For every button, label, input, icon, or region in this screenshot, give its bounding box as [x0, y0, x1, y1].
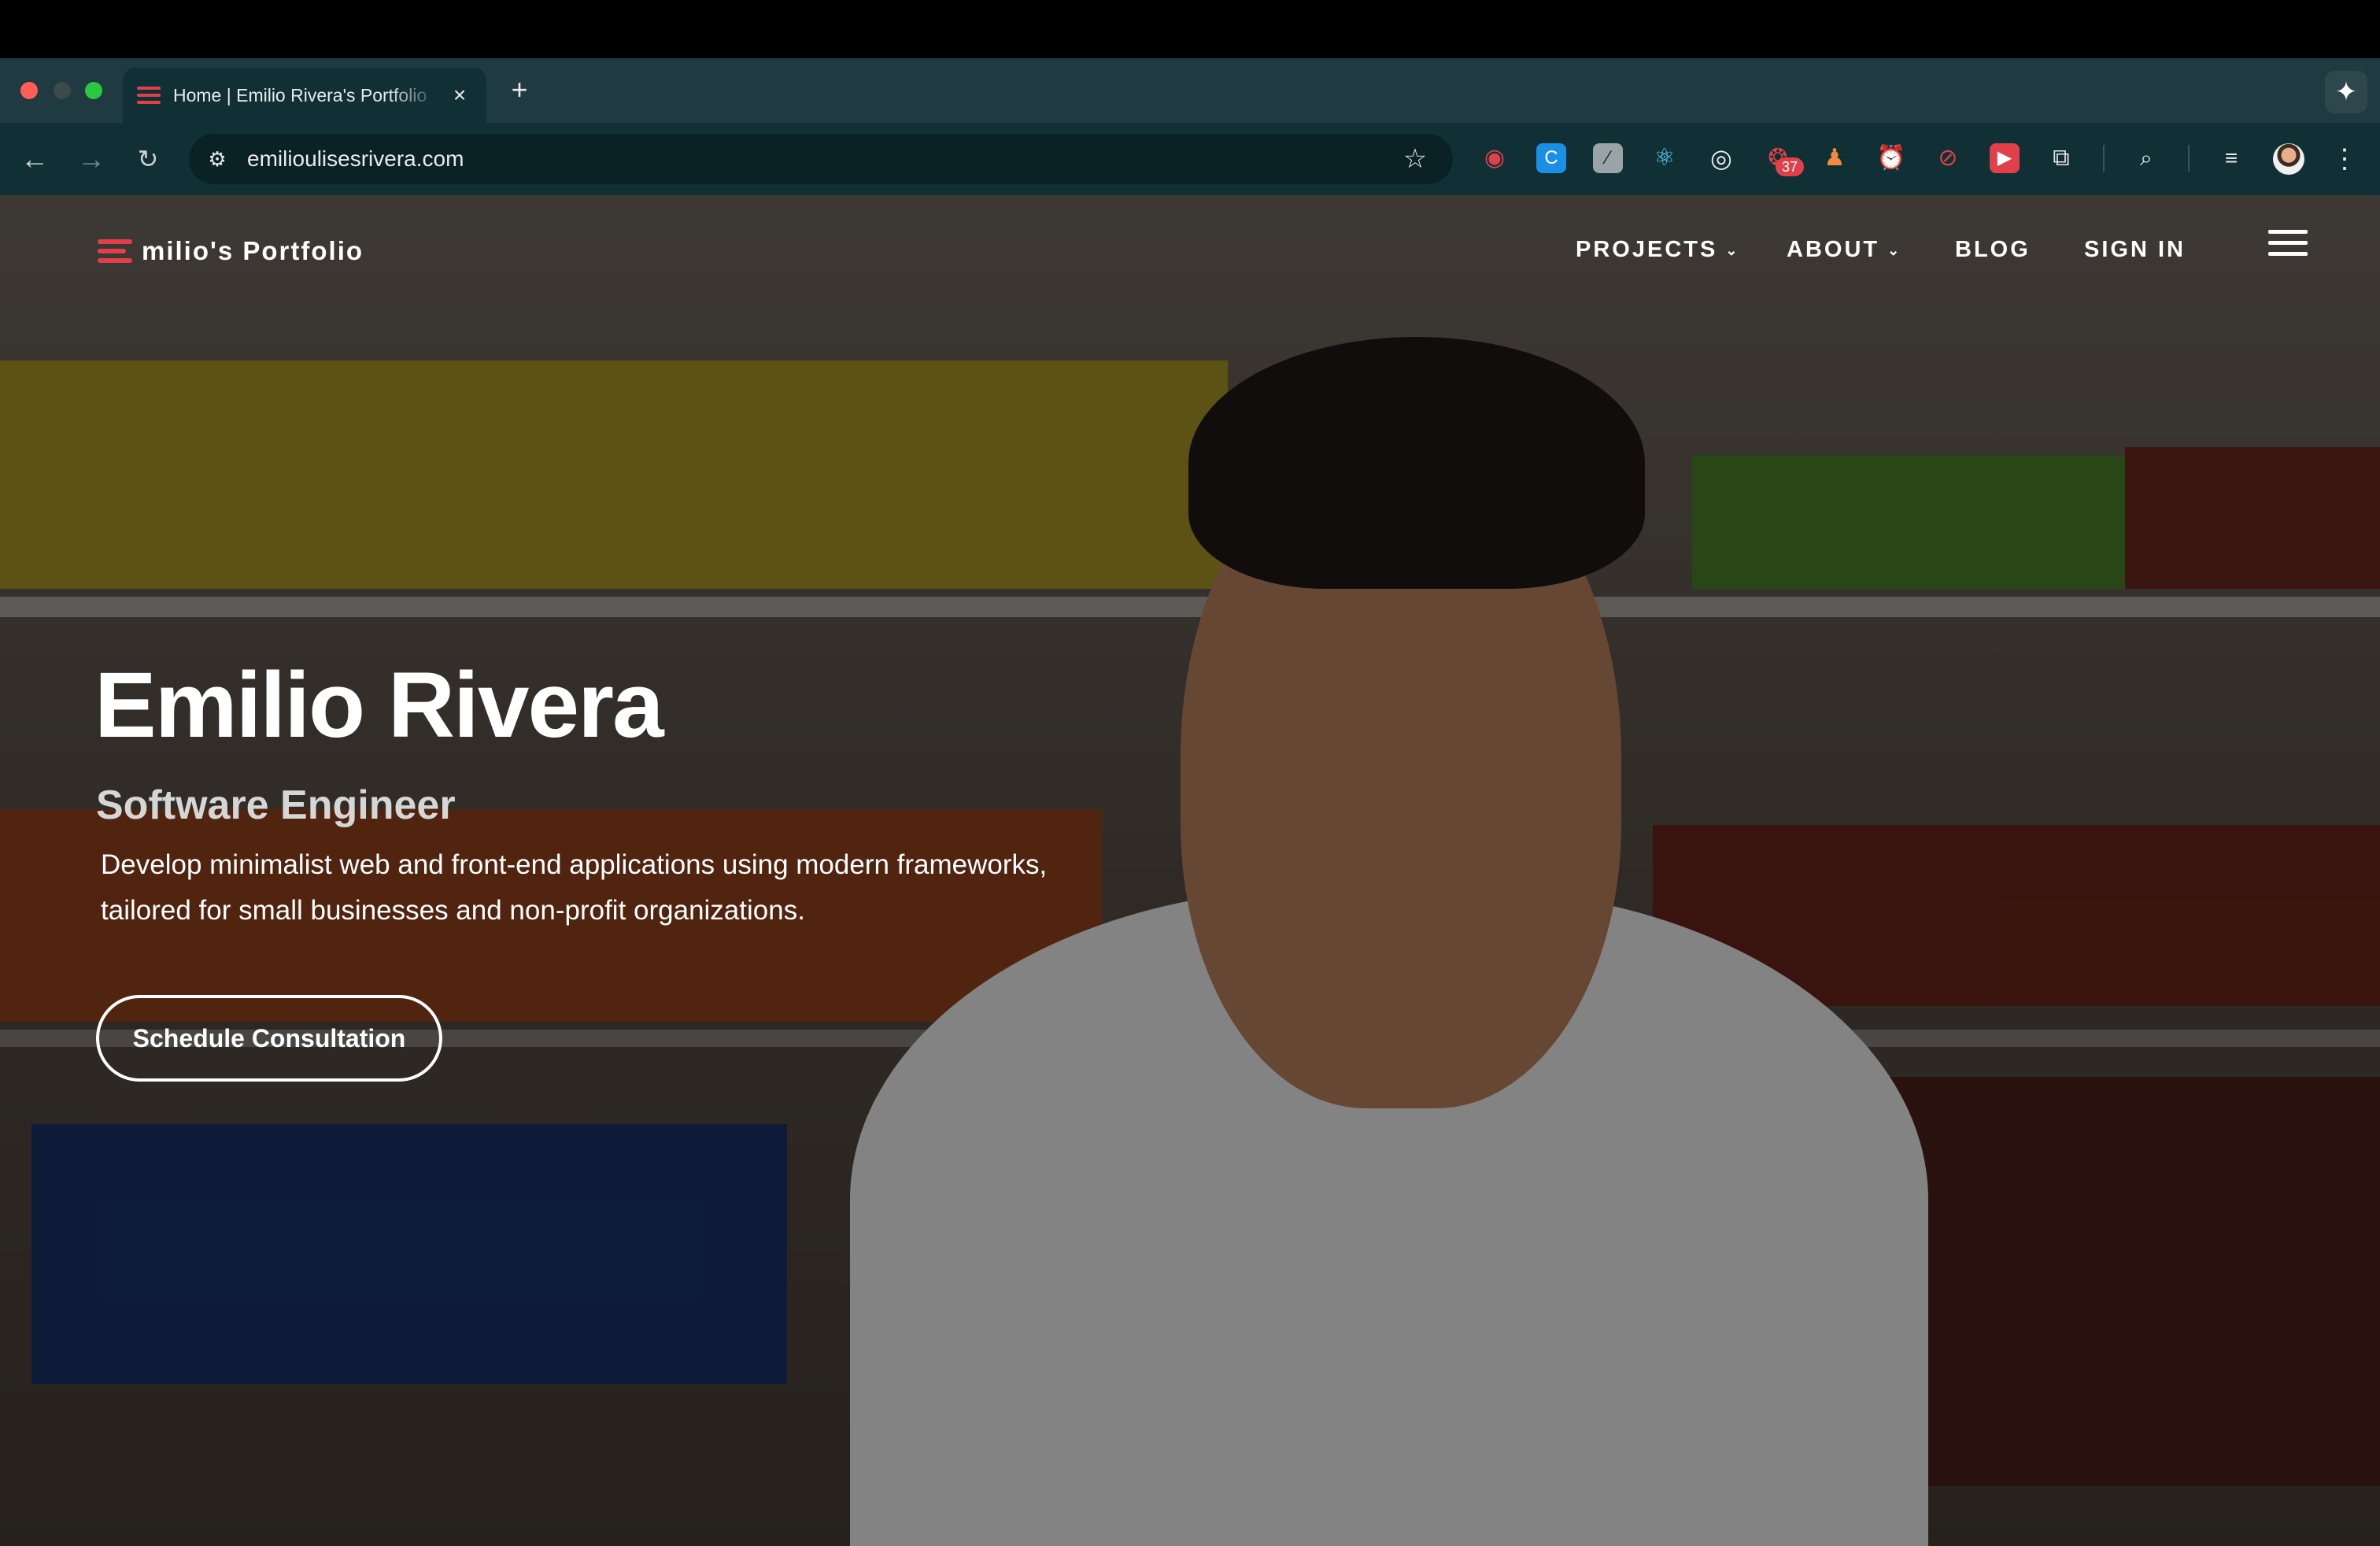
window-close-button[interactable] [20, 82, 38, 99]
nav-projects[interactable]: PROJECTS ⌄ [1576, 230, 1737, 269]
new-tab-button[interactable]: + [504, 72, 535, 107]
tab-search-icon[interactable]: ⌕ [2131, 143, 2161, 173]
nav-sign-in[interactable]: SIGN IN [2084, 230, 2186, 269]
hero-description: Develop minimalist web and front-end app… [101, 849, 1048, 926]
grammar-extension-icon[interactable]: C [1536, 143, 1566, 173]
extensions-puzzle-icon[interactable]: ⧉ [2046, 143, 2076, 173]
toolbar-divider [2103, 145, 2105, 172]
block-extension-icon[interactable]: ⊘ [1933, 143, 1963, 173]
tab-close-button[interactable]: × [445, 82, 474, 109]
site-info-icon[interactable]: ⚙ [201, 143, 233, 175]
hero-subtitle: Software Engineer [96, 782, 456, 828]
nav-blog[interactable]: BLOG [1955, 230, 2031, 269]
hamburger-menu-icon[interactable] [2268, 230, 2308, 264]
tab-title: Home | Emilio Rivera's Portfolio [173, 85, 427, 105]
browser-tab-active[interactable]: Home | Emilio Rivera's Portfolio × [123, 68, 486, 123]
address-bar[interactable]: ⚙ emilioulisesrivera.com ☆ [189, 134, 1453, 184]
hero-title: Emilio Rivera [94, 653, 664, 757]
system-menubar [0, 0, 2380, 58]
nav-about[interactable]: ABOUT ⌄ [1787, 230, 1899, 269]
forward-icon[interactable]: → [74, 142, 109, 176]
nav-about-label: ABOUT [1787, 237, 1880, 262]
more-menu-icon[interactable]: ⋮ [2331, 142, 2358, 176]
url-text[interactable]: emilioulisesrivera.com [247, 145, 464, 173]
profile-avatar-icon[interactable] [2273, 143, 2304, 175]
gemini-icon[interactable]: ✦ [2325, 71, 2367, 113]
bookmark-star-icon[interactable]: ☆ [1399, 143, 1431, 175]
window-minimize-button[interactable] [54, 82, 71, 99]
chevron-down-icon: ⌄ [1887, 242, 1900, 259]
react-devtools-icon[interactable]: ⚛ [1650, 143, 1680, 173]
video-extension-icon[interactable]: ▶ [1990, 143, 2020, 173]
schedule-consultation-button[interactable]: Schedule Consultation [96, 995, 442, 1082]
toolbar-divider [2188, 145, 2190, 172]
notes-extension-icon[interactable]: ⁄ [1593, 143, 1623, 173]
back-icon[interactable]: ← [17, 142, 52, 176]
alarm-extension-icon[interactable]: ⏰ [1876, 143, 1906, 173]
brand-text: milio's Portfolio [142, 236, 364, 265]
site-favicon-icon [137, 87, 161, 104]
reload-icon[interactable]: ↻ [131, 142, 165, 176]
extension-badge: 37 [1776, 157, 1804, 176]
brand-logo-icon [98, 239, 135, 263]
reading-list-icon[interactable]: ≡ [2216, 143, 2246, 173]
chevron-down-icon: ⌄ [1725, 242, 1738, 259]
pawn-extension-icon[interactable]: ♟ [1820, 143, 1850, 173]
hero-section: milio's Portfolio PROJECTS ⌄ ABOUT ⌄ BLOG … [0, 195, 2380, 1546]
record-extension-icon[interactable]: ◉ [1480, 143, 1510, 173]
target-extension-icon[interactable]: ◎ [1706, 143, 1736, 173]
nav-projects-label: PROJECTS [1576, 237, 1718, 262]
window-zoom-button[interactable] [85, 82, 102, 99]
